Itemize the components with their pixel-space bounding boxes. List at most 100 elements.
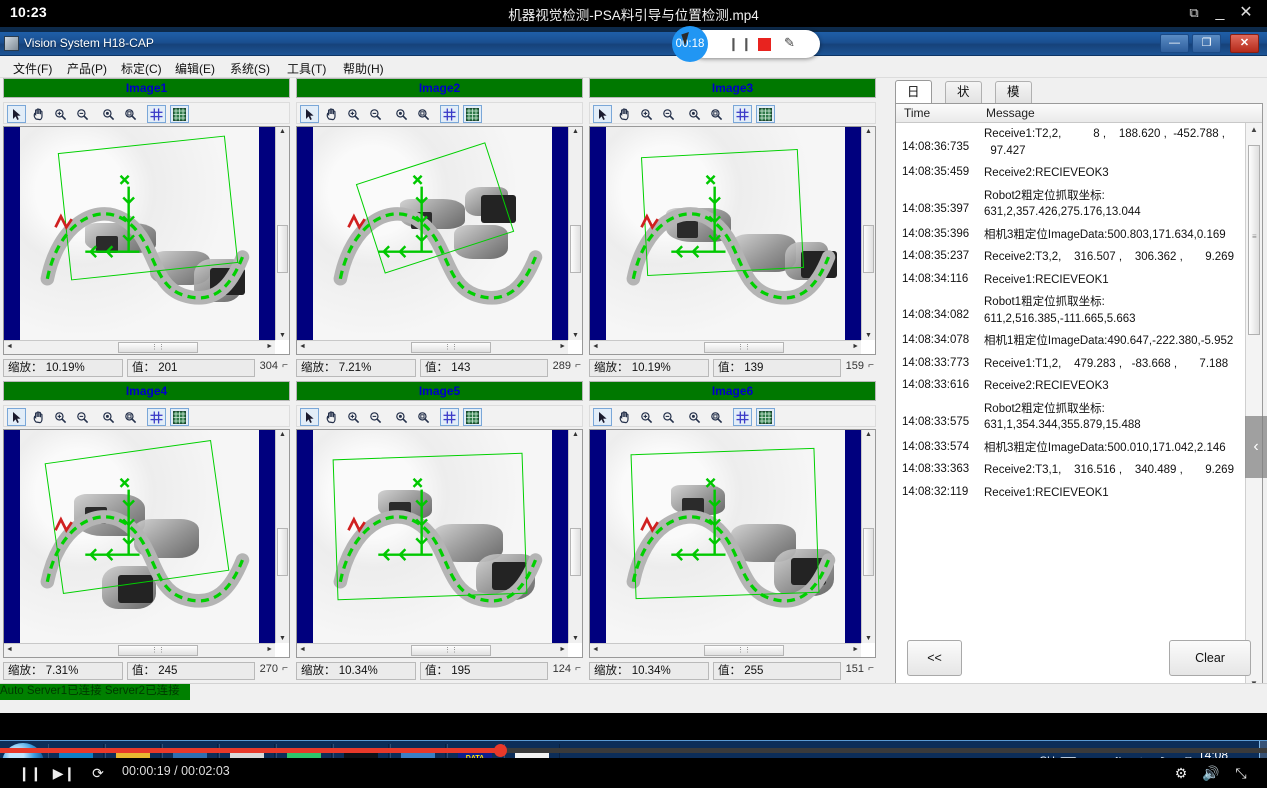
menu-item-3[interactable]: 标定(C) xyxy=(116,59,167,78)
scroll-up-icon[interactable]: ▲ xyxy=(569,128,582,135)
picture-in-picture-icon[interactable]: ⧉ xyxy=(1181,2,1207,24)
vision-image-6[interactable] xyxy=(590,430,861,643)
pan-hand-icon[interactable] xyxy=(322,105,341,123)
window-close-button[interactable]: ✕ xyxy=(1230,34,1259,53)
image-hscrollbar-1[interactable]: ◄ ⋮⋮ ► xyxy=(4,340,275,354)
hscroll-thumb[interactable]: ⋮⋮ xyxy=(703,645,784,656)
scroll-up-icon[interactable]: ▲ xyxy=(569,431,582,438)
log-row[interactable]: 14:08:33:363 Receive2:T3,1, 316.516 , 340… xyxy=(896,459,1245,482)
image-canvas-6[interactable]: ▲ ▼ ◄ ⋮⋮ ► xyxy=(589,429,876,658)
menu-item-6[interactable]: 工具(T) xyxy=(282,59,331,78)
scroll-up-icon[interactable]: ▲ xyxy=(1246,125,1262,134)
scroll-left-icon[interactable]: ◄ xyxy=(6,343,13,350)
pan-hand-icon[interactable] xyxy=(29,408,48,426)
log-row[interactable]: 14:08:35:237 Receive2:T3,2, 316.507 , 306… xyxy=(896,246,1245,269)
hscroll-thumb[interactable]: ⋮⋮ xyxy=(117,645,198,656)
scroll-right-icon[interactable]: ► xyxy=(266,343,273,350)
image-vscrollbar-3[interactable]: ▲ ▼ xyxy=(861,127,875,340)
collapse-panel-button[interactable]: << xyxy=(907,640,962,676)
zoom-fit-icon[interactable] xyxy=(392,105,411,123)
log-row[interactable]: 14:08:33:616 Receive2:RECIEVEOK3 xyxy=(896,375,1245,398)
hscroll-thumb[interactable]: ⋮⋮ xyxy=(410,342,491,353)
scroll-down-icon[interactable]: ▼ xyxy=(569,635,582,642)
zoom-fit-icon[interactable] xyxy=(99,408,118,426)
window-maximize-button[interactable]: ❐ xyxy=(1192,34,1221,53)
crosshair-icon[interactable] xyxy=(440,105,459,123)
log-tab-2[interactable]: 状态 xyxy=(945,81,982,120)
zoom-out-icon[interactable] xyxy=(659,408,678,426)
vscroll-thumb[interactable] xyxy=(863,224,874,273)
volume-icon[interactable]: 🔊 xyxy=(1199,763,1223,783)
image-canvas-3[interactable]: ▲ ▼ ◄ ⋮⋮ ► xyxy=(589,126,876,355)
log-tab-1[interactable]: 日志 xyxy=(895,80,932,122)
vscroll-thumb[interactable] xyxy=(570,527,581,576)
image-hscrollbar-4[interactable]: ◄ ⋮⋮ ► xyxy=(4,643,275,657)
vscroll-thumb[interactable] xyxy=(277,527,288,576)
zoom-out-icon[interactable] xyxy=(366,105,385,123)
crosshair-icon[interactable] xyxy=(733,105,752,123)
zoom-out-icon[interactable] xyxy=(73,105,92,123)
log-row[interactable]: 14:08:34:082 Robot1粗定位抓取坐标: 611,2,516.385… xyxy=(896,291,1245,330)
image-vscrollbar-1[interactable]: ▲ ▼ xyxy=(275,127,289,340)
log-row[interactable]: 14:08:35:396 相机3粗定位ImageData:500.803,171.… xyxy=(896,224,1245,247)
hscroll-thumb[interactable]: ⋮⋮ xyxy=(703,342,784,353)
hscroll-thumb[interactable]: ⋮⋮ xyxy=(410,645,491,656)
zoom-in-icon[interactable] xyxy=(637,408,656,426)
log-row[interactable]: 14:08:33:574 相机3粗定位ImageData:500.010,171.… xyxy=(896,437,1245,460)
grid-icon[interactable] xyxy=(756,105,775,123)
grid-icon[interactable] xyxy=(463,408,482,426)
zoom-fit-icon[interactable] xyxy=(392,408,411,426)
log-row[interactable]: 14:08:33:773 Receive1:T1,2, 479.283 , -83… xyxy=(896,353,1245,376)
scroll-up-icon[interactable]: ▲ xyxy=(276,128,289,135)
vision-image-3[interactable] xyxy=(590,127,861,340)
image-canvas-5[interactable]: ▲ ▼ ◄ ⋮⋮ ► xyxy=(296,429,583,658)
scroll-right-icon[interactable]: ► xyxy=(852,646,859,653)
image-hscrollbar-5[interactable]: ◄ ⋮⋮ ► xyxy=(297,643,568,657)
recorder-pen-icon[interactable]: ✎ xyxy=(784,35,795,51)
zoom-actual-icon[interactable] xyxy=(414,105,433,123)
scroll-up-icon[interactable]: ▲ xyxy=(862,128,875,135)
pan-hand-icon[interactable] xyxy=(615,408,634,426)
zoom-actual-icon[interactable] xyxy=(707,408,726,426)
hscroll-thumb[interactable]: ⋮⋮ xyxy=(117,342,198,353)
scroll-down-icon[interactable]: ▼ xyxy=(862,635,875,642)
scroll-left-icon[interactable]: ◄ xyxy=(6,646,13,653)
video-close-icon[interactable]: ✕ xyxy=(1233,2,1259,24)
select-arrow-icon[interactable] xyxy=(7,105,26,123)
zoom-in-icon[interactable] xyxy=(344,105,363,123)
select-arrow-icon[interactable] xyxy=(300,105,319,123)
grid-icon[interactable] xyxy=(170,105,189,123)
vision-image-1[interactable] xyxy=(4,127,275,340)
zoom-fit-icon[interactable] xyxy=(685,105,704,123)
scroll-down-icon[interactable]: ▼ xyxy=(276,332,289,339)
image-hscrollbar-2[interactable]: ◄ ⋮⋮ ► xyxy=(297,340,568,354)
pan-hand-icon[interactable] xyxy=(322,408,341,426)
zoom-out-icon[interactable] xyxy=(659,105,678,123)
select-arrow-icon[interactable] xyxy=(300,408,319,426)
clear-log-button[interactable]: Clear xyxy=(1169,640,1251,676)
log-row[interactable]: 14:08:36:735 Receive1:T2,2, 8 , 188.620 ,… xyxy=(896,123,1245,162)
image-canvas-4[interactable]: ▲ ▼ ◄ ⋮⋮ ► xyxy=(3,429,290,658)
crosshair-icon[interactable] xyxy=(147,105,166,123)
image-canvas-1[interactable]: ▲ ▼ ◄ ⋮⋮ ► xyxy=(3,126,290,355)
scroll-right-icon[interactable]: ► xyxy=(852,343,859,350)
log-row[interactable]: 14:08:35:459 Receive2:RECIEVEOK3 xyxy=(896,162,1245,185)
scroll-left-icon[interactable]: ◄ xyxy=(299,646,306,653)
scroll-down-icon[interactable]: ▼ xyxy=(276,635,289,642)
exit-fullscreen-icon[interactable]: ⤡ xyxy=(1229,763,1253,783)
log-row[interactable]: 14:08:34:078 相机1粗定位ImageData:490.647,-222… xyxy=(896,330,1245,353)
select-arrow-icon[interactable] xyxy=(593,408,612,426)
menu-item-1[interactable]: 文件(F) xyxy=(8,59,57,78)
vscroll-thumb[interactable] xyxy=(863,527,874,576)
menu-item-2[interactable]: 产品(P) xyxy=(62,59,112,78)
zoom-actual-icon[interactable] xyxy=(121,408,140,426)
pan-hand-icon[interactable] xyxy=(615,105,634,123)
image-hscrollbar-6[interactable]: ◄ ⋮⋮ ► xyxy=(590,643,861,657)
vscroll-thumb[interactable] xyxy=(277,224,288,273)
image-vscrollbar-6[interactable]: ▲ ▼ xyxy=(861,430,875,643)
panel-collapse-handle[interactable]: ‹ xyxy=(1245,416,1267,478)
video-progress-track[interactable] xyxy=(0,744,1267,757)
log-scrollbar[interactable]: ▲ ▼ ≡ xyxy=(1245,123,1262,690)
image-vscrollbar-5[interactable]: ▲ ▼ xyxy=(568,430,582,643)
zoom-actual-icon[interactable] xyxy=(707,105,726,123)
